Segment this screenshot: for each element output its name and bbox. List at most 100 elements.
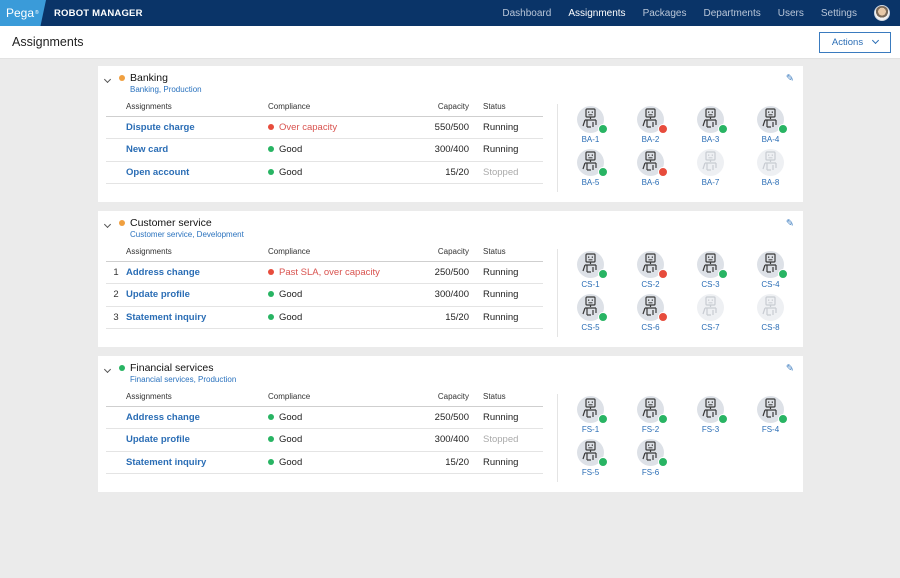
status-value: Running — [483, 283, 543, 307]
robot-status-dot — [778, 414, 788, 424]
robot-item[interactable]: BA-3 — [693, 106, 728, 144]
assignment-link[interactable]: New card — [126, 144, 168, 155]
robot-item[interactable]: BA-4 — [753, 106, 788, 144]
table-row[interactable]: Dispute charge Over capacity 550/500 Run… — [106, 116, 543, 139]
robot-avatar — [577, 149, 608, 177]
table-row[interactable]: Update profile Good 300/400 Stopped — [106, 428, 543, 452]
col-header-compliance: Compliance — [268, 102, 413, 117]
robot-item[interactable]: FS-1 — [573, 396, 608, 434]
collapse-toggle[interactable] — [103, 74, 119, 94]
robot-item[interactable]: BA-1 — [573, 106, 608, 144]
row-number: 2 — [106, 283, 126, 307]
robot-label: FS-5 — [581, 468, 600, 477]
assignment-link[interactable]: Statement inquiry — [126, 457, 206, 468]
robot-label: BA-8 — [761, 178, 780, 187]
compliance-text: Good — [279, 456, 303, 468]
robot-avatar — [757, 106, 788, 134]
pega-logo[interactable]: Pega ® — [0, 0, 46, 26]
robot-item[interactable]: CS-3 — [693, 251, 728, 289]
compliance-status-dot — [268, 436, 274, 443]
robot-icon — [762, 151, 777, 171]
robot-label: BA-2 — [641, 135, 660, 144]
assignment-link[interactable]: Open account — [126, 167, 189, 178]
robot-item[interactable]: BA-8 — [753, 149, 788, 187]
row-number — [106, 451, 126, 474]
table-row[interactable]: 2 Update profile Good 300/400 Running — [106, 283, 543, 307]
robot-avatar — [757, 251, 788, 279]
robot-avatar — [697, 149, 724, 176]
robot-avatar — [577, 251, 608, 279]
robot-status-dot — [658, 269, 668, 279]
collapse-toggle[interactable] — [103, 219, 119, 239]
capacity-value: 550/500 — [413, 116, 483, 139]
robot-item[interactable]: BA-2 — [633, 106, 668, 144]
department-status-dot — [119, 365, 125, 371]
assignment-link[interactable]: Address change — [126, 412, 200, 423]
robot-status-dot — [598, 414, 608, 424]
robot-icon — [762, 296, 777, 316]
robot-item[interactable]: BA-5 — [573, 149, 608, 187]
main-nav: Dashboard Assignments Packages Departmen… — [502, 0, 900, 26]
robot-item[interactable]: CS-2 — [633, 251, 668, 289]
robot-item[interactable]: CS-4 — [753, 251, 788, 289]
table-row[interactable]: Statement inquiry Good 15/20 Running — [106, 451, 543, 474]
robot-status-dot — [658, 124, 668, 134]
robot-label: FS-1 — [581, 425, 600, 434]
robot-item[interactable]: BA-6 — [633, 149, 668, 187]
robot-status-dot — [718, 269, 728, 279]
compliance-status-dot — [268, 146, 274, 153]
assignment-link[interactable]: Update profile — [126, 289, 190, 300]
robot-item[interactable]: FS-2 — [633, 396, 668, 434]
header-number — [106, 247, 126, 262]
compliance-status-dot — [268, 168, 274, 175]
robot-item[interactable]: CS-7 — [693, 294, 728, 332]
status-value: Stopped — [483, 428, 543, 452]
robot-avatar — [637, 396, 668, 424]
robots-grid: CS-1 CS-2 CS-3 CS-4 CS-5 CS-6 CS-7 CS-8 — [573, 251, 813, 332]
nav-packages[interactable]: Packages — [643, 8, 687, 19]
robot-avatar — [697, 396, 728, 424]
department-header: Financial services Financial services, P… — [103, 362, 236, 384]
robot-status-dot — [658, 312, 668, 322]
assignment-link[interactable]: Address change — [126, 267, 200, 278]
actions-button[interactable]: Actions — [819, 31, 891, 53]
nav-users[interactable]: Users — [778, 8, 804, 19]
robot-item[interactable]: CS-8 — [753, 294, 788, 332]
table-row[interactable]: Address change Good 250/500 Running — [106, 406, 543, 429]
robot-item[interactable]: FS-6 — [633, 439, 668, 477]
robot-label: FS-4 — [761, 425, 780, 434]
compliance-text: Good — [279, 434, 303, 446]
department-title: Financial services — [130, 362, 214, 374]
robot-status-dot — [598, 124, 608, 134]
col-header-assignments: Assignments — [126, 247, 268, 262]
table-row[interactable]: 3 Statement inquiry Good 15/20 Running — [106, 306, 543, 329]
robot-avatar — [577, 396, 608, 424]
robot-item[interactable]: BA-7 — [693, 149, 728, 187]
nav-dashboard[interactable]: Dashboard — [502, 8, 551, 19]
assignment-link[interactable]: Statement inquiry — [126, 312, 206, 323]
user-avatar[interactable] — [874, 5, 890, 21]
nav-departments[interactable]: Departments — [703, 8, 760, 19]
nav-assignments[interactable]: Assignments — [568, 8, 625, 19]
assignment-link[interactable]: Update profile — [126, 434, 190, 445]
robot-item[interactable]: FS-4 — [753, 396, 788, 434]
status-value: Running — [483, 138, 543, 162]
edit-pencil-icon[interactable]: ✏︎ — [782, 217, 796, 231]
robot-item[interactable]: CS-1 — [573, 251, 608, 289]
edit-pencil-icon[interactable]: ✏︎ — [782, 362, 796, 376]
table-row[interactable]: 1 Address change Past SLA, over capacity… — [106, 261, 543, 284]
table-row[interactable]: Open account Good 15/20 Stopped — [106, 161, 543, 184]
nav-settings[interactable]: Settings — [821, 8, 857, 19]
edit-pencil-icon[interactable]: ✏︎ — [782, 72, 796, 86]
chevron-down-icon — [103, 75, 112, 84]
compliance-status-dot — [268, 413, 274, 420]
col-header-assignments: Assignments — [126, 102, 268, 117]
department-subtitle: Customer service, Development — [130, 230, 244, 239]
table-row[interactable]: New card Good 300/400 Running — [106, 138, 543, 162]
robot-item[interactable]: FS-5 — [573, 439, 608, 477]
robot-item[interactable]: CS-6 — [633, 294, 668, 332]
collapse-toggle[interactable] — [103, 364, 119, 384]
robot-item[interactable]: FS-3 — [693, 396, 728, 434]
robot-item[interactable]: CS-5 — [573, 294, 608, 332]
assignment-link[interactable]: Dispute charge — [126, 122, 195, 133]
